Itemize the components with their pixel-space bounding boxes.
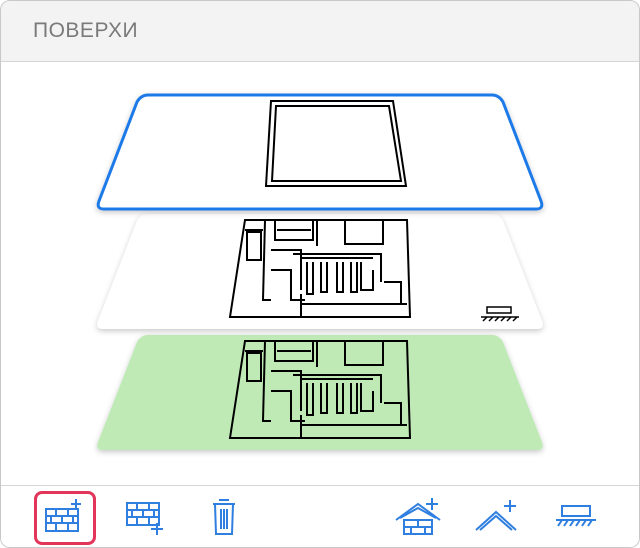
add-floor-icon: [45, 499, 81, 532]
floors-stack-svg: [96, 93, 544, 450]
add-roof-pitch-button[interactable]: [465, 490, 527, 544]
add-floor-button[interactable]: [33, 490, 96, 545]
floor-top[interactable]: [96, 93, 544, 211]
add-roof-button[interactable]: [387, 490, 449, 544]
foundation-icon: [556, 505, 596, 527]
add-floor-below-icon: [126, 502, 163, 535]
panel-title: ПОВЕРХИ: [33, 19, 139, 42]
add-roof-icon: [395, 498, 441, 535]
delete-floor-button[interactable]: [193, 490, 255, 544]
floors-stack: [1, 62, 639, 484]
foundation-button[interactable]: [545, 490, 607, 544]
add-roof-pitch-icon: [475, 500, 517, 531]
floors-panel: ПОВЕРХИ: [0, 0, 640, 548]
panel-header: ПОВЕРХИ: [1, 1, 639, 62]
floor-1[interactable]: [97, 214, 543, 329]
floors-toolbar: [1, 485, 639, 547]
floor-ground[interactable]: [97, 335, 543, 450]
trash-icon: [213, 499, 235, 535]
add-floor-below-button[interactable]: [114, 490, 176, 544]
